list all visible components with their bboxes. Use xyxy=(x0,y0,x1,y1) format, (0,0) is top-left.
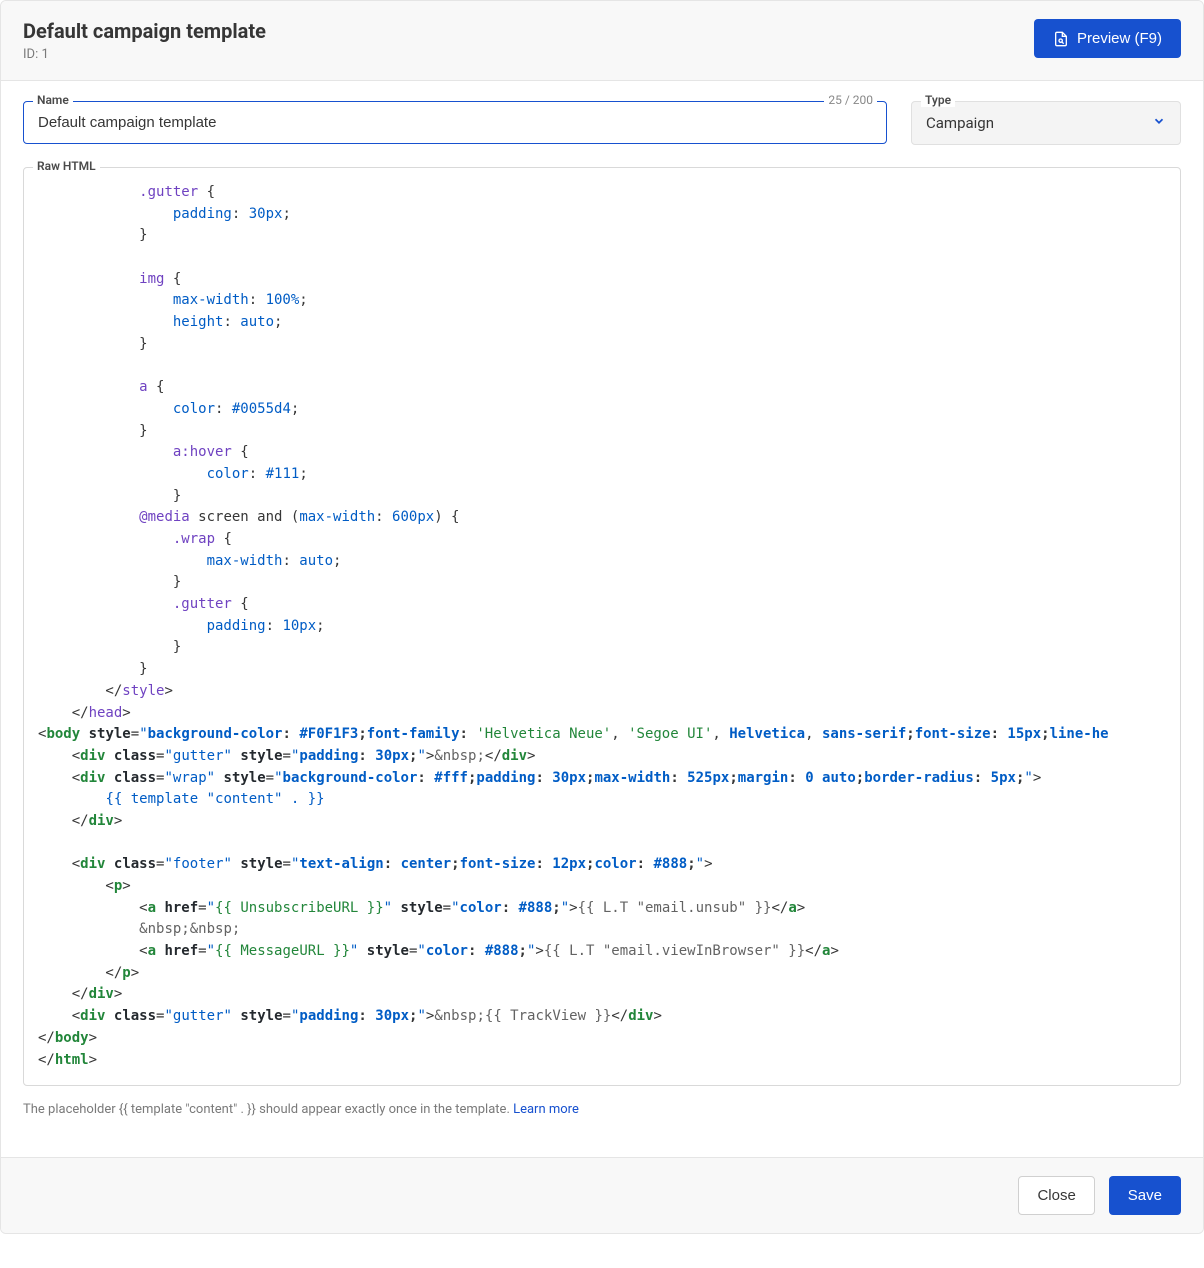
name-input[interactable] xyxy=(23,101,887,144)
preview-button[interactable]: Preview (F9) xyxy=(1034,19,1181,58)
close-button[interactable]: Close xyxy=(1018,1176,1094,1215)
type-field-label: Type xyxy=(921,93,955,107)
raw-html-editor[interactable]: .gutter { padding: 30px; } img { max-wid… xyxy=(23,167,1181,1086)
name-field-label: Name xyxy=(33,93,73,107)
raw-html-label: Raw HTML xyxy=(33,159,100,173)
template-id-label: ID: 1 xyxy=(23,47,266,62)
modal-footer: Close Save xyxy=(1,1157,1203,1233)
file-search-icon xyxy=(1053,31,1069,47)
name-char-counter: 25 / 200 xyxy=(824,93,877,107)
type-select-value: Campaign xyxy=(926,114,994,132)
raw-html-field: Raw HTML .gutter { padding: 30px; } img … xyxy=(23,167,1181,1086)
preview-button-label: Preview (F9) xyxy=(1077,30,1162,47)
type-field: Type Campaign xyxy=(911,101,1181,145)
page-title: Default campaign template xyxy=(23,19,266,43)
helper-text: The placeholder {{ template "content" . … xyxy=(23,1102,1181,1117)
chevron-down-icon xyxy=(1152,114,1166,132)
template-editor-modal: Default campaign template ID: 1 Preview … xyxy=(0,0,1204,1234)
type-select[interactable]: Campaign xyxy=(911,101,1181,145)
name-field: Name 25 / 200 xyxy=(23,101,887,144)
save-button[interactable]: Save xyxy=(1109,1176,1181,1215)
learn-more-link[interactable]: Learn more xyxy=(513,1102,579,1117)
modal-body: Name 25 / 200 Type Campaign Raw HTML .gu… xyxy=(1,81,1203,1157)
modal-header: Default campaign template ID: 1 Preview … xyxy=(1,1,1203,81)
